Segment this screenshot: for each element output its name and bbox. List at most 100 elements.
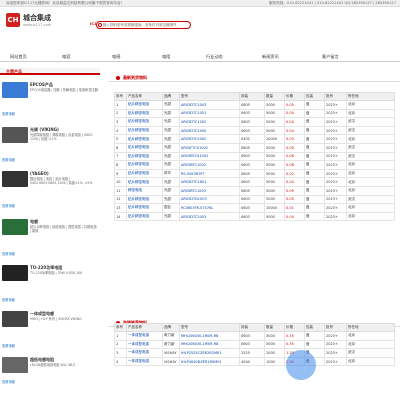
table-row[interactable]: 12 贴片精密电阻 光颉 AR03DTD1003 0603 5000 0.05 盘 2023+ 武… [114, 194, 395, 205]
table-row[interactable]: 13 贴片精密电阻 国巨 RC0603FR-0747KL 0603 10000 0.01 盘 2… [114, 203, 395, 213]
table-cell[interactable]: AR03DTC1000 [179, 125, 240, 136]
column-header: 所在地 [346, 92, 395, 101]
table-cell[interactable]: MHCI06030-1R5M-R8 [179, 339, 240, 350]
table-row[interactable]: 1 一体成型电感 奇力新 MHCI06030-1R0M-R8 0603 3000 0.35 盘… [114, 331, 395, 341]
table-cell: 北京 [346, 331, 395, 341]
nav-capacitor[interactable]: 电容 [62, 52, 70, 62]
table-cell: 0.08 [284, 151, 305, 162]
table-row[interactable]: 1 贴片精密电阻 光颉 AR03DTC1003 0805 5000 0.05 盘 2023+ 北京 [114, 100, 395, 110]
table-cell: 光颉 [162, 211, 180, 222]
table-cell: 盘 [304, 185, 325, 196]
table-row[interactable]: 9 贴片精密电阻 风华 RS-05K3R3FT 0805 5000 0.02 盘 2023+ 北京 [114, 168, 395, 179]
table-cell[interactable]: 一体成型电感 [126, 339, 163, 350]
table-row[interactable]: 8 贴片精密电阻 光颉 AR03BTC1002 0603 5000 0.08 盘 2023+ 北京 [114, 160, 395, 170]
sidebar-item-epcos[interactable]: EPCOS产品 EPCOS电容器 | 压敏 | 热敏电阻 | 电感和变压器 查看… [0, 80, 100, 124]
sidebar-item-to220[interactable]: TO-220功率电阻 TO-220功率电阻 | 35W 0.05R-10K 查看… [0, 263, 100, 307]
table-cell[interactable]: AR03DTD1003 [179, 194, 240, 205]
table-cell[interactable]: IHLP2525CZER2R2M01 [179, 348, 240, 358]
table-cell: 0603 [239, 151, 265, 162]
table-cell: 北京 [346, 108, 395, 119]
table-row[interactable]: 10 贴片精密电阻 光颉 AR03DTC1801 0603 5000 0.04 盘 2023+ 北… [114, 177, 395, 187]
table-cell[interactable]: 贴片精密电阻 [126, 142, 163, 153]
table-row[interactable]: 11 精密电阻 光颉 AR05BTC1003 0805 5000 0.09 盘 2023+ 北京 [114, 185, 395, 196]
table-cell: 光颉 [162, 160, 180, 170]
table-row[interactable]: 4 贴片精密电阻 光颉 AR03DTC1000 0603 5000 0.04 盘 2023+ 武汉 [114, 125, 395, 136]
table-row[interactable]: 6 贴片精密电阻 光颉 AR05FTCX1002 0805 5000 0.05 盘 2023+ 武… [114, 142, 395, 153]
table-cell[interactable]: 贴片精密电阻 [126, 117, 163, 127]
table-cell: 5000 [264, 142, 285, 153]
sidebar-item-viking[interactable]: 光颉 (VIKING) 光颉厚膜电阻 | 薄膜电阻 | 合金电阻 | 0603-… [0, 125, 100, 169]
table-cell[interactable]: AR05BTC1003 [179, 185, 240, 196]
table-cell[interactable]: 贴片精密电阻 [126, 194, 163, 205]
table-cell: 2023+ [324, 100, 347, 110]
nav-feedback[interactable]: 客户留言 [322, 52, 339, 62]
table-cell[interactable]: 贴片精密电阻 [126, 125, 163, 136]
logo-name[interactable]: 城合集成 [23, 13, 51, 23]
table-cell[interactable]: AR03BTC1002 [179, 160, 240, 170]
table-cell: 北京 [346, 134, 395, 144]
table-cell[interactable]: AR05FTCX1002 [179, 142, 240, 153]
table-cell[interactable]: AR03DTC1003 [179, 100, 240, 110]
view-details-link[interactable]: 查看详细 [2, 343, 15, 348]
table-cell[interactable]: 贴片精密电阻 [126, 100, 163, 110]
search-icon[interactable] [98, 23, 102, 27]
view-details-link[interactable]: 查看详细 [2, 111, 15, 116]
table-cell[interactable]: RC0603FR-0747KL [179, 203, 240, 213]
table-cell[interactable]: 一体成型电感 [126, 356, 163, 367]
table-row[interactable]: 3 贴片精密电阻 光颉 AR03DTC1002 0603 5000 0.04 盘 2023+ 武汉 [114, 117, 395, 127]
table-row[interactable]: 5 贴片精密电阻 光颉 AR03DTC2002 0402 10000 0.03 盘 2023+ 北… [114, 134, 395, 144]
nav-industry-news[interactable]: 行业动态 [206, 52, 223, 62]
sidebar-item-yageo[interactable]: (YAGEO) 国巨电阻 | 电容 | 贴片电阻 | 0402,0603,080… [0, 169, 100, 215]
table-cell[interactable]: 贴片精密电阻 [126, 160, 163, 170]
table-cell[interactable]: 贴片精密电阻 [126, 177, 163, 187]
view-details-link[interactable]: 查看详细 [2, 157, 15, 162]
sidebar-item-inductor[interactable]: 电感 贴片功率电感 | 绕线电感 | 叠层电感 | 共模电感 | 磁珠 查看详细 [0, 217, 100, 261]
column-header: 序号 [114, 323, 127, 332]
sidebar-item-low-inductance[interactable]: 超低电感电阻 LELON超低电感电阻 WLL WLS 查看详细 [0, 355, 100, 399]
table-cell[interactable]: IHLP4040DZER1R0M01 [179, 356, 240, 367]
column-header: 产品名称 [126, 92, 163, 101]
table-cell[interactable]: AR03DTC2002 [179, 134, 240, 144]
view-details-link[interactable]: 查看详细 [2, 297, 15, 302]
table-row[interactable]: 7 贴片精密电阻 光颉 AR03BTCX1002 0603 5000 0.08 盘 2023+ 武… [114, 151, 395, 162]
table-cell: 2023+ [324, 134, 347, 144]
table-cell[interactable]: AR03BTCX1002 [179, 151, 240, 162]
nav-inductor[interactable]: 电感 [112, 52, 120, 62]
nav-news[interactable]: 新闻资讯 [262, 52, 279, 62]
view-details-link[interactable]: 查看详细 [2, 203, 15, 208]
nav-resistor[interactable]: 电阻 [162, 52, 170, 62]
table-cell[interactable]: 一体成型电感 [126, 348, 163, 358]
table-cell[interactable]: 贴片精密电阻 [126, 211, 163, 222]
table-cell[interactable]: AR03DTC1801 [179, 177, 240, 187]
nav-home[interactable]: 网站首页 [10, 52, 27, 62]
sidebar-item-molded-inductor[interactable]: 一体成型电感 MHCI | HLP 系列 | VISHAY,VIKING 查看详… [0, 309, 100, 353]
table-cell[interactable]: MHCI06030-1R0M-R8 [179, 331, 240, 341]
table-cell[interactable]: 贴片精密电阻 [126, 108, 163, 119]
sidebar-item-name[interactable]: (YAGEO) [30, 171, 49, 176]
table-cell[interactable]: 贴片精密电阻 [126, 168, 163, 179]
table-row[interactable]: 2 贴片精密电阻 光颉 AR03DTC1001 0603 5000 0.04 盘 2023+ 北京 [114, 108, 395, 119]
view-details-link[interactable]: 查看详细 [2, 379, 15, 384]
table-cell[interactable]: 贴片精密电阻 [126, 203, 163, 213]
table-cell[interactable]: 精密电阻 [126, 185, 163, 196]
table-cell: 武汉 [346, 125, 395, 136]
view-details-link[interactable]: 查看详细 [2, 251, 15, 256]
table-cell[interactable]: 一体成型电感 [126, 331, 163, 341]
table-cell: 2023+ [324, 151, 347, 162]
table-row[interactable]: 14 贴片精密电阻 光颉 AR03DTC2003 0603 5000 0.04 盘 2023+ 北… [114, 211, 395, 222]
logo-mark[interactable]: CH [6, 13, 20, 27]
table-cell: 盘 [304, 100, 325, 110]
table-cell: 0.04 [284, 177, 305, 187]
search-input[interactable] [103, 22, 189, 28]
table-cell: 0.05 [284, 194, 305, 205]
table-cell[interactable]: AR03DTC2003 [179, 211, 240, 222]
table-cell[interactable]: RS-05K3R3FT [179, 168, 240, 179]
table-cell: 5000 [264, 160, 285, 170]
table-cell: 0.04 [284, 117, 305, 127]
table-cell: 奇力新 [162, 331, 180, 341]
table-cell[interactable]: 贴片精密电阻 [126, 151, 163, 162]
table-cell[interactable]: AR03DTC1001 [179, 108, 240, 119]
table-cell[interactable]: 贴片精密电阻 [126, 134, 163, 144]
table-cell[interactable]: AR03DTC1002 [179, 117, 240, 127]
table-cell: 0603 [239, 331, 265, 341]
